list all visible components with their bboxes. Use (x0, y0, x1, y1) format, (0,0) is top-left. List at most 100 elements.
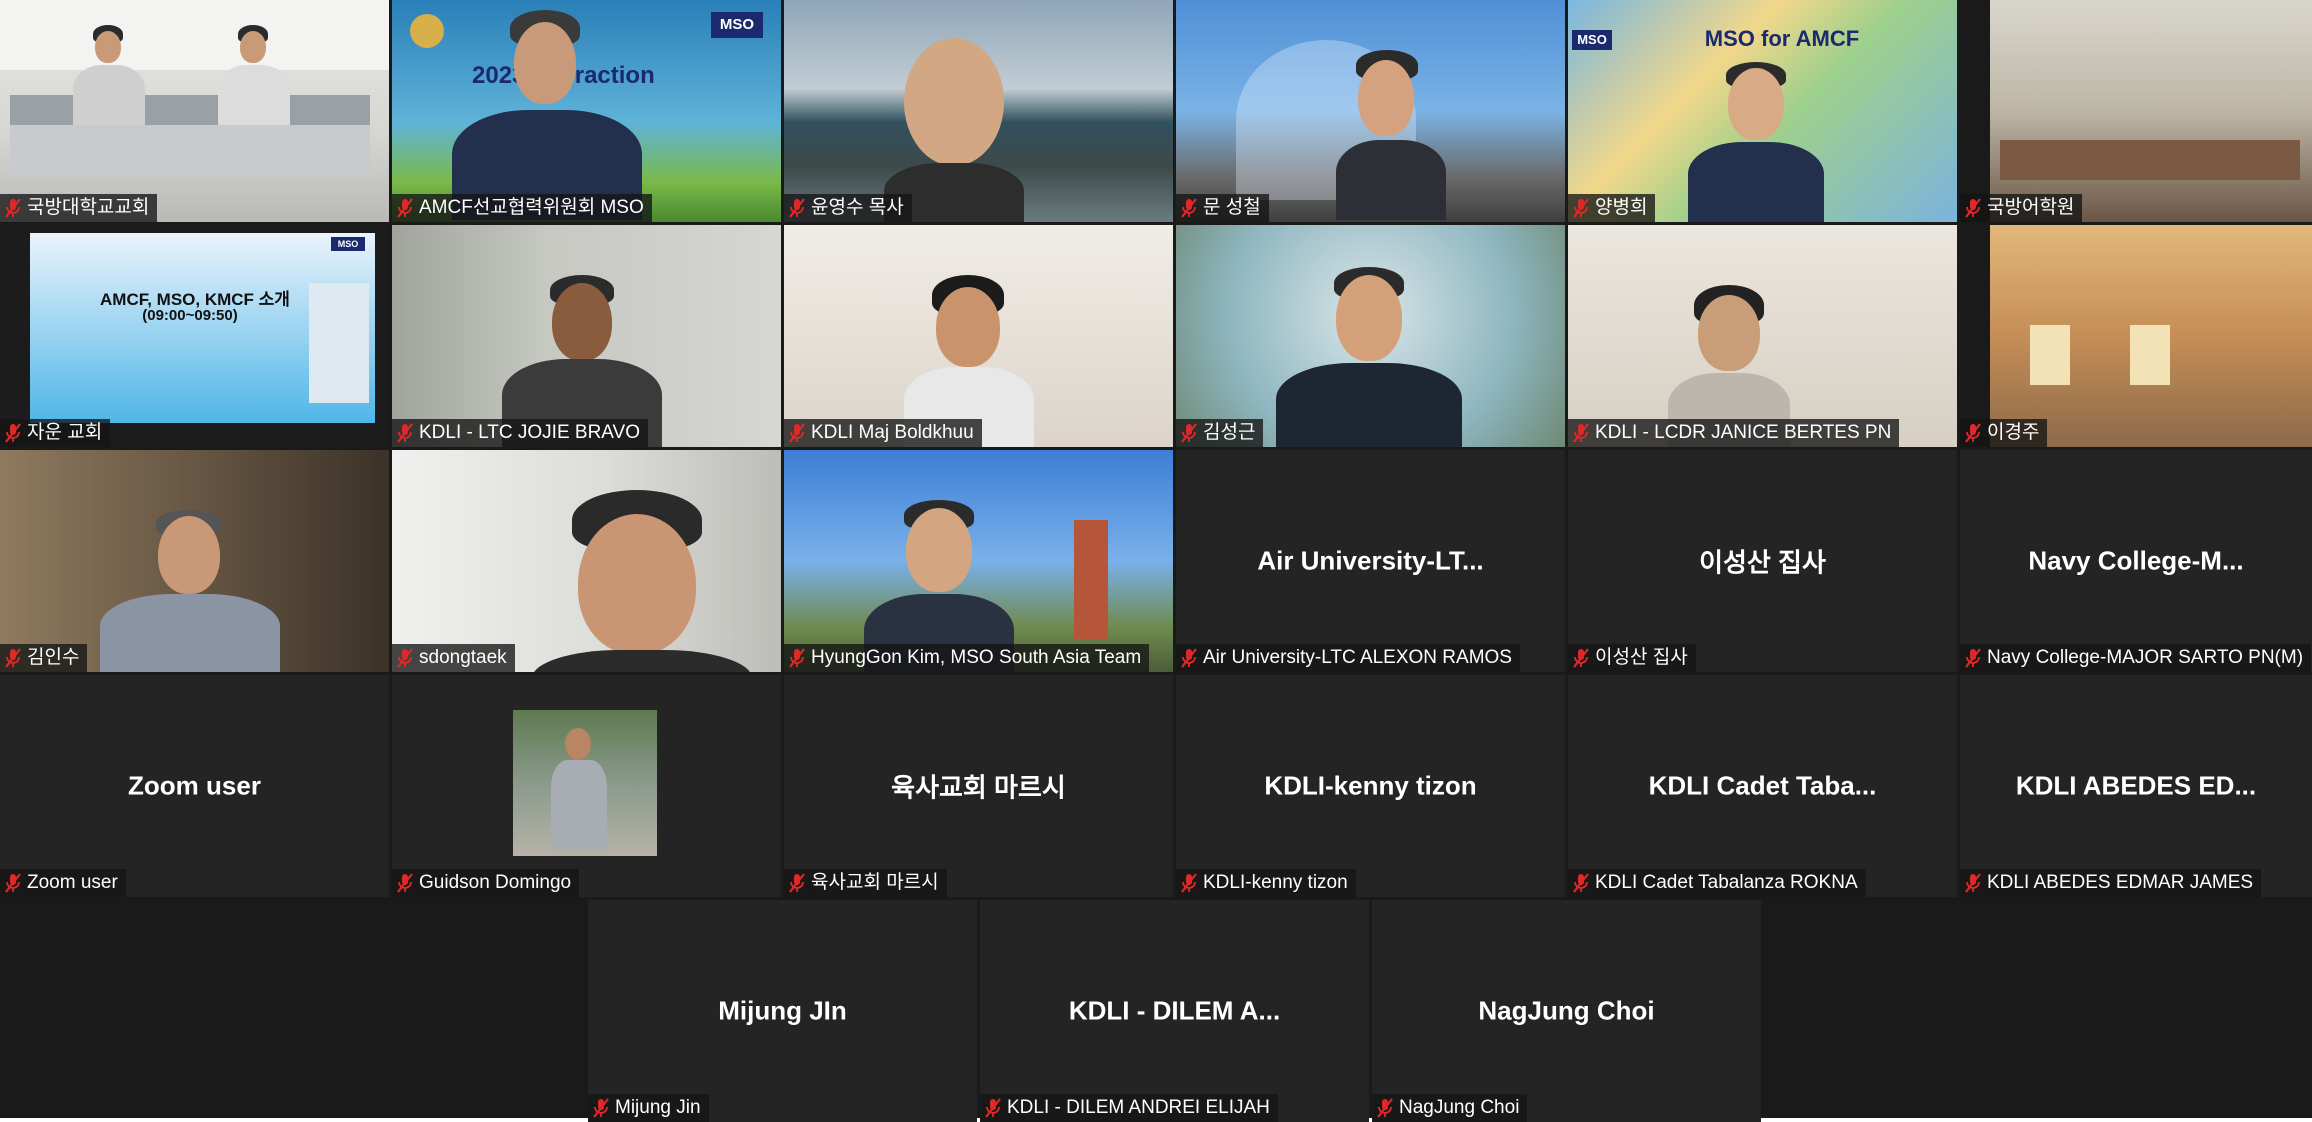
video-feed (0, 0, 389, 222)
participant-name: Zoom user (27, 872, 118, 893)
profile-photo (513, 710, 657, 856)
video-feed (784, 225, 1173, 447)
participant-name: 김성근 (1203, 422, 1256, 443)
participant-name-label: 이성산 집사 (1568, 644, 1696, 672)
participant-name-label: 윤영수 목사 (784, 194, 912, 222)
mic-muted-icon (5, 873, 21, 893)
participant-name: 국방대학교교회 (27, 197, 150, 218)
participant-name: Navy College-MAJOR SARTO PN(M) (1987, 647, 2304, 668)
video-feed: MSO MSO for AMCF (1568, 0, 1957, 222)
participant-name: AMCF선교협력위원회 MSO (419, 197, 644, 218)
participant-display-name: Mijung JIn (718, 995, 847, 1026)
participant-tile[interactable]: KDLI ABEDES ED... KDLI ABEDES EDMAR JAME… (1960, 675, 2312, 897)
participant-name-label: KDLI ABEDES EDMAR JAMES (1960, 869, 2262, 897)
participant-tile[interactable]: KDLI - LCDR JANICE BERTES PN (1568, 225, 1957, 447)
participant-name: KDLI - LTC JOJIE BRAVO (419, 422, 641, 443)
participant-grid: 국방대학교교회 MSO 2023 Interaction AMCF선교협력위원회… (0, 0, 2312, 1122)
video-feed (1960, 0, 2312, 222)
emblem-icon (410, 14, 444, 48)
participant-name: 이경주 (1987, 422, 2040, 443)
participant-name-label: 양병희 (1568, 194, 1656, 222)
video-feed (1568, 225, 1957, 447)
mic-muted-icon (397, 648, 413, 668)
participant-tile[interactable]: sdongtaek (392, 450, 781, 672)
participant-name: sdongtaek (419, 647, 507, 668)
participant-tile[interactable]: 문 성철 (1176, 0, 1565, 222)
mic-muted-icon (1573, 873, 1589, 893)
mic-muted-icon (1965, 648, 1981, 668)
participant-tile[interactable]: KDLI - LTC JOJIE BRAVO (392, 225, 781, 447)
participant-name-label: Navy College-MAJOR SARTO PN(M) (1960, 644, 2312, 672)
participant-name-label: AMCF선교협력위원회 MSO (392, 194, 652, 222)
participant-name-label: 문 성철 (1176, 194, 1269, 222)
participant-tile[interactable]: 국방어학원 (1960, 0, 2312, 222)
participant-name: KDLI ABEDES EDMAR JAMES (1987, 872, 2254, 893)
video-feed (392, 225, 781, 447)
participant-name: KDLI - LCDR JANICE BERTES PN (1595, 422, 1892, 443)
participant-display-name: Navy College-M... (2028, 545, 2244, 576)
video-feed (784, 0, 1173, 222)
participant-name: HyungGon Kim, MSO South Asia Team (811, 647, 1142, 668)
participant-tile[interactable]: NagJung Choi NagJung Choi (1372, 900, 1761, 1122)
slide-title: MSO for AMCF (1704, 26, 1860, 51)
participant-name-label: 이경주 (1960, 419, 2048, 447)
participant-name-label: sdongtaek (392, 644, 515, 672)
mic-muted-icon (1181, 648, 1197, 668)
participant-name: 자운 교회 (27, 422, 103, 443)
participant-tile[interactable]: Guidson Domingo (392, 675, 781, 897)
participant-name-label: 육사교회 마르시 (784, 869, 947, 897)
mic-muted-icon (397, 198, 413, 218)
participant-display-name: 이성산 집사 (1699, 547, 1826, 578)
participant-name: 양병희 (1595, 197, 1648, 218)
participant-tile[interactable]: KDLI Cadet Taba... KDLI Cadet Tabalanza … (1568, 675, 1957, 897)
participant-tile[interactable]: HyungGon Kim, MSO South Asia Team (784, 450, 1173, 672)
participant-name: KDLI Maj Boldkhuu (811, 422, 974, 443)
mso-logo: MSO (1572, 30, 1612, 50)
participant-tile[interactable]: 이성산 집사 이성산 집사 (1568, 450, 1957, 672)
participant-tile[interactable]: 김성근 (1176, 225, 1565, 447)
participant-tile[interactable]: Mijung JIn Mijung Jin (588, 900, 977, 1122)
participant-tile[interactable]: KDLI-kenny tizon KDLI-kenny tizon (1176, 675, 1565, 897)
mic-muted-icon (1181, 423, 1197, 443)
participant-name-label: 국방대학교교회 (0, 194, 158, 222)
mic-muted-icon (1573, 423, 1589, 443)
participant-tile[interactable]: Zoom user Zoom user (0, 675, 389, 897)
video-feed (1176, 225, 1565, 447)
participant-name-label: Air University-LTC ALEXON RAMOS (1176, 644, 1520, 672)
video-feed (784, 450, 1173, 672)
mic-muted-icon (593, 1098, 609, 1118)
participant-name-label: 자운 교회 (0, 419, 111, 447)
participant-tile[interactable]: 국방대학교교회 (0, 0, 389, 222)
participant-tile[interactable]: Navy College-M... Navy College-MAJOR SAR… (1960, 450, 2312, 672)
participant-tile[interactable]: Air University-LT... Air University-LTC … (1176, 450, 1565, 672)
participant-tile[interactable]: 윤영수 목사 (784, 0, 1173, 222)
participant-tile[interactable]: KDLI - DILEM A... KDLI - DILEM ANDREI EL… (980, 900, 1369, 1122)
participant-tile[interactable]: KDLI Maj Boldkhuu (784, 225, 1173, 447)
participant-name: KDLI-kenny tizon (1203, 872, 1348, 893)
participant-display-name: KDLI ABEDES ED... (2015, 770, 2257, 801)
participant-display-name: 육사교회 마르시 (891, 772, 1066, 803)
participant-name-label: Zoom user (0, 869, 126, 897)
participant-tile[interactable]: 김인수 (0, 450, 389, 672)
participant-tile[interactable]: 육사교회 마르시 육사교회 마르시 (784, 675, 1173, 897)
mic-muted-icon (1573, 648, 1589, 668)
mic-muted-icon (5, 198, 21, 218)
video-feed (1960, 225, 2312, 447)
mic-muted-icon (1181, 198, 1197, 218)
participant-name: Guidson Domingo (419, 872, 572, 893)
participant-name-label: KDLI Maj Boldkhuu (784, 419, 982, 447)
participant-tile[interactable]: MSO 2023 Interaction AMCF선교협력위원회 MSO (392, 0, 781, 222)
mic-muted-icon (397, 423, 413, 443)
mso-logo: MSO (711, 12, 763, 38)
participant-tile[interactable]: MSO MSO for AMCF 양병희 (1568, 0, 1957, 222)
video-feed (392, 675, 781, 897)
participant-name-label: KDLI-kenny tizon (1176, 869, 1356, 897)
participant-tile[interactable]: 이경주 (1960, 225, 2312, 447)
participant-display-name: KDLI-kenny tizon (1264, 770, 1477, 801)
participant-name-label: KDLI Cadet Tabalanza ROKNA (1568, 869, 1866, 897)
mic-muted-icon (1377, 1098, 1393, 1118)
participant-tile[interactable]: MSO AMCF, MSO, KMCF 소개 (09:00~09:50) 자운 … (0, 225, 389, 447)
participant-name-label: 김성근 (1176, 419, 1264, 447)
mic-muted-icon (1965, 873, 1981, 893)
participant-name: Air University-LTC ALEXON RAMOS (1203, 647, 1512, 668)
